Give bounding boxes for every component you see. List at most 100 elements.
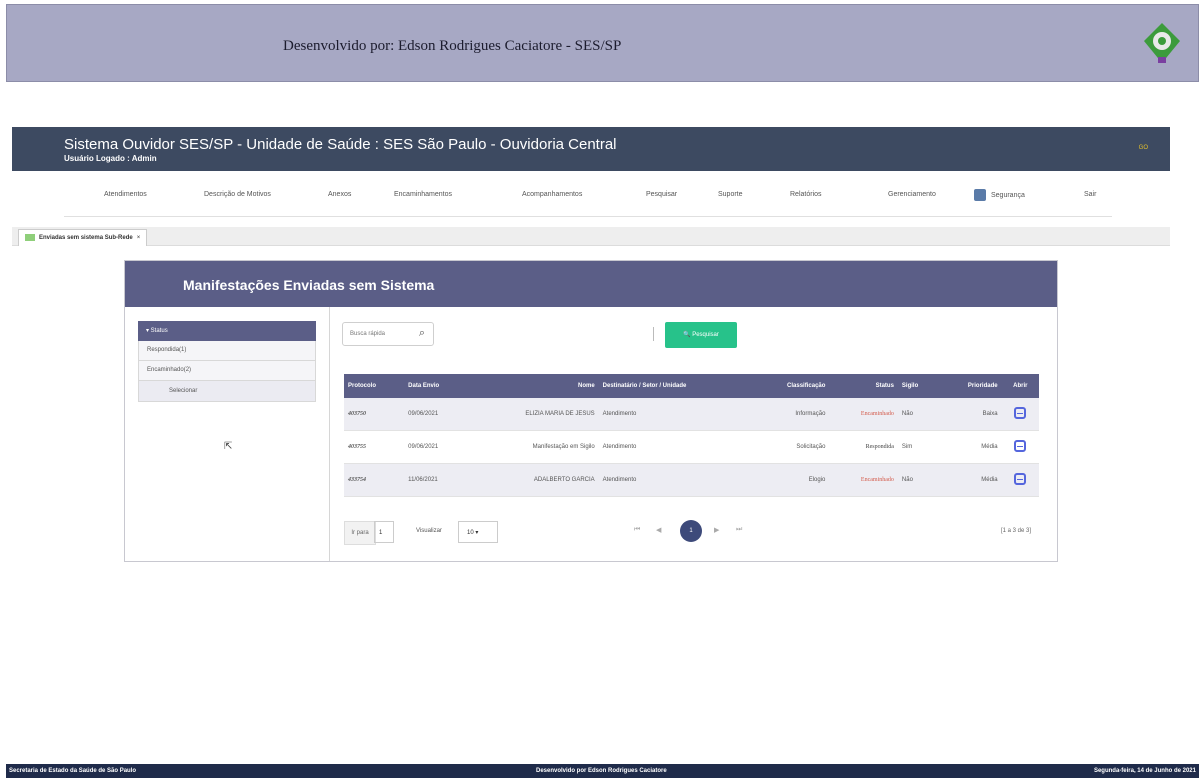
col-protocolo[interactable]: Protocolo: [344, 374, 405, 398]
col-prioridade[interactable]: Prioridade: [938, 374, 1002, 398]
table-header-row: Protocolo Data Envio Nome Destinatário /…: [344, 374, 1039, 398]
developer-credit: Desenvolvido por: Edson Rodrigues Caciat…: [283, 38, 622, 54]
manifestacoes-table: Protocolo Data Envio Nome Destinatário /…: [344, 374, 1039, 497]
cell-data: 09/06/2021: [404, 430, 470, 464]
system-bar: Sistema Ouvidor SES/SP - Unidade de Saúd…: [12, 127, 1170, 171]
footer-date: Segunda-feira, 14 de Junho de 2021: [1093, 768, 1196, 774]
cell-classificacao: Elogio: [751, 463, 830, 497]
open-icon[interactable]: [1014, 473, 1027, 485]
col-data-envio[interactable]: Data Envio: [404, 374, 470, 398]
tab-icon: [25, 233, 35, 241]
menu-descricao-motivos[interactable]: Descrição de Motivos: [204, 191, 271, 198]
top-banner: Desenvolvido por: Edson Rodrigues Caciat…: [6, 4, 1199, 82]
next-page-icon[interactable]: ▶: [714, 526, 719, 534]
footer-center: Desenvolvido por Edson Rodrigues Caciato…: [536, 768, 667, 774]
toolbar-divider: [653, 327, 654, 341]
table-row[interactable]: 403755 09/06/2021 Manifestação em Sigilo…: [344, 430, 1039, 464]
logo-icon: [1144, 23, 1180, 63]
cell-sigilo: Não: [897, 463, 939, 497]
table-row[interactable]: 433754 11/06/2021 ADALBERTO GARCIA Atend…: [344, 463, 1039, 497]
system-title: Sistema Ouvidor SES/SP - Unidade de Saúd…: [64, 136, 617, 153]
menu-sair[interactable]: Sair: [1084, 191, 1096, 198]
cell-prioridade: Média: [938, 463, 1002, 497]
status-filter: ▾ Status Respondida(1) Encaminhado(2) Se…: [138, 321, 316, 402]
open-icon[interactable]: [1014, 407, 1027, 419]
page-size-select[interactable]: 10 ▾: [458, 521, 498, 543]
filter-option-respondida[interactable]: Respondida(1): [138, 341, 316, 361]
panel-header: Manifestações Enviadas sem Sistema: [125, 261, 1057, 307]
tab-enviadas-sem-sistema[interactable]: Enviadas sem sistema Sub-Rede ×: [18, 229, 148, 246]
col-destinatario[interactable]: Destinatário / Setor / Unidade: [598, 374, 752, 398]
cell-protocolo: 403755: [344, 430, 405, 464]
col-abrir: Abrir: [1001, 374, 1039, 398]
prev-page-icon[interactable]: ◀: [656, 526, 661, 534]
cell-prioridade: Baixa: [938, 398, 1002, 431]
last-page-icon[interactable]: ⏭: [736, 526, 742, 534]
filter-column: ▾ Status Respondida(1) Encaminhado(2) Se…: [125, 307, 330, 561]
open-icon[interactable]: [1014, 440, 1027, 452]
goto-page-input[interactable]: 1: [374, 521, 394, 543]
cell-sigilo: Não: [897, 398, 939, 431]
cell-prioridade: Média: [938, 430, 1002, 464]
menu-gerenciamento[interactable]: Gerenciamento: [888, 191, 936, 198]
footer-left: Secretaria de Estado da Saúde de São Pau…: [9, 768, 137, 774]
search-placeholder: Busca rápida: [350, 331, 386, 337]
cell-status: Encaminhado: [829, 463, 898, 497]
tab-label: Enviadas sem sistema Sub-Rede: [39, 235, 133, 241]
pagination: Ir para 1 Visualizar 10 ▾ ⏮ ◀ 1 ▶ ⏭ [1 a…: [344, 520, 1039, 549]
footer-bar: Secretaria de Estado da Saúde de São Pau…: [6, 764, 1199, 778]
page-size-label: Visualizar: [416, 528, 442, 534]
cell-classificacao: Solicitação: [751, 430, 830, 464]
cell-data: 11/06/2021: [404, 463, 470, 497]
cell-nome: ADALBERTO GARCIA: [469, 463, 599, 497]
menu-seguranca-label: Segurança: [991, 191, 1025, 199]
cell-abrir: [1001, 463, 1039, 497]
cell-nome: Manifestação em Sigilo: [469, 430, 599, 464]
cell-status: Respondida: [829, 430, 898, 464]
pesquisar-button[interactable]: 🔍 Pesquisar: [665, 322, 737, 348]
col-nome[interactable]: Nome: [469, 374, 599, 398]
main-panel: Manifestações Enviadas sem Sistema ▾ Sta…: [124, 260, 1058, 562]
cell-data: 09/06/2021: [404, 398, 470, 431]
quick-search-input[interactable]: Busca rápida ⌕: [342, 322, 434, 346]
cell-protocolo: 403750: [344, 398, 405, 431]
cell-status: Encaminhado: [829, 398, 898, 431]
mouse-cursor-icon: ⇱: [224, 441, 233, 452]
current-page[interactable]: 1: [680, 520, 702, 542]
cell-destino: Atendimento: [598, 398, 752, 431]
tab-strip: Enviadas sem sistema Sub-Rede ×: [12, 227, 1170, 246]
filter-option-encaminhado[interactable]: Encaminhado(2): [138, 361, 316, 381]
menu-encaminhamentos[interactable]: Encaminhamentos: [394, 191, 452, 198]
cell-destino: Atendimento: [598, 430, 752, 464]
system-badge: GO: [1138, 145, 1148, 151]
menu-atendimentos[interactable]: Atendimentos: [104, 191, 147, 198]
page-info: [1 a 3 de 3]: [1000, 528, 1031, 534]
close-icon[interactable]: ×: [137, 235, 141, 241]
shield-icon: [974, 189, 986, 201]
menu-acompanhamentos[interactable]: Acompanhamentos: [522, 191, 582, 198]
col-sigilo[interactable]: Sigilo: [897, 374, 939, 398]
panel-title: Manifestações Enviadas sem Sistema: [183, 277, 435, 293]
menu-suporte[interactable]: Suporte: [718, 191, 743, 198]
cell-abrir: [1001, 398, 1039, 431]
filter-select-button[interactable]: Selecionar: [138, 381, 316, 402]
first-page-icon[interactable]: ⏮: [634, 526, 640, 534]
col-classificacao[interactable]: Classificação: [751, 374, 830, 398]
goto-page-button[interactable]: Ir para: [344, 521, 376, 545]
cell-nome: ELIZIA MARIA DE JESUS: [469, 398, 599, 431]
menu-anexos[interactable]: Anexos: [328, 191, 351, 198]
logged-user: Usuário Logado : Admin: [64, 154, 157, 163]
menu-seguranca[interactable]: Segurança: [974, 189, 1025, 201]
cell-sigilo: Sim: [897, 430, 939, 464]
table-row[interactable]: 403750 09/06/2021 ELIZIA MARIA DE JESUS …: [344, 398, 1039, 431]
cell-protocolo: 433754: [344, 463, 405, 497]
cell-classificacao: Informação: [751, 398, 830, 431]
menu-pesquisar[interactable]: Pesquisar: [646, 191, 677, 198]
main-menu: Atendimentos Descrição de Motivos Anexos…: [64, 176, 1112, 217]
col-status[interactable]: Status: [829, 374, 898, 398]
menu-relatorios[interactable]: Relatórios: [790, 191, 822, 198]
status-filter-header[interactable]: ▾ Status: [138, 321, 316, 341]
cell-destino: Atendimento: [598, 463, 752, 497]
cell-abrir: [1001, 430, 1039, 464]
search-icon[interactable]: ⌕: [419, 327, 425, 340]
